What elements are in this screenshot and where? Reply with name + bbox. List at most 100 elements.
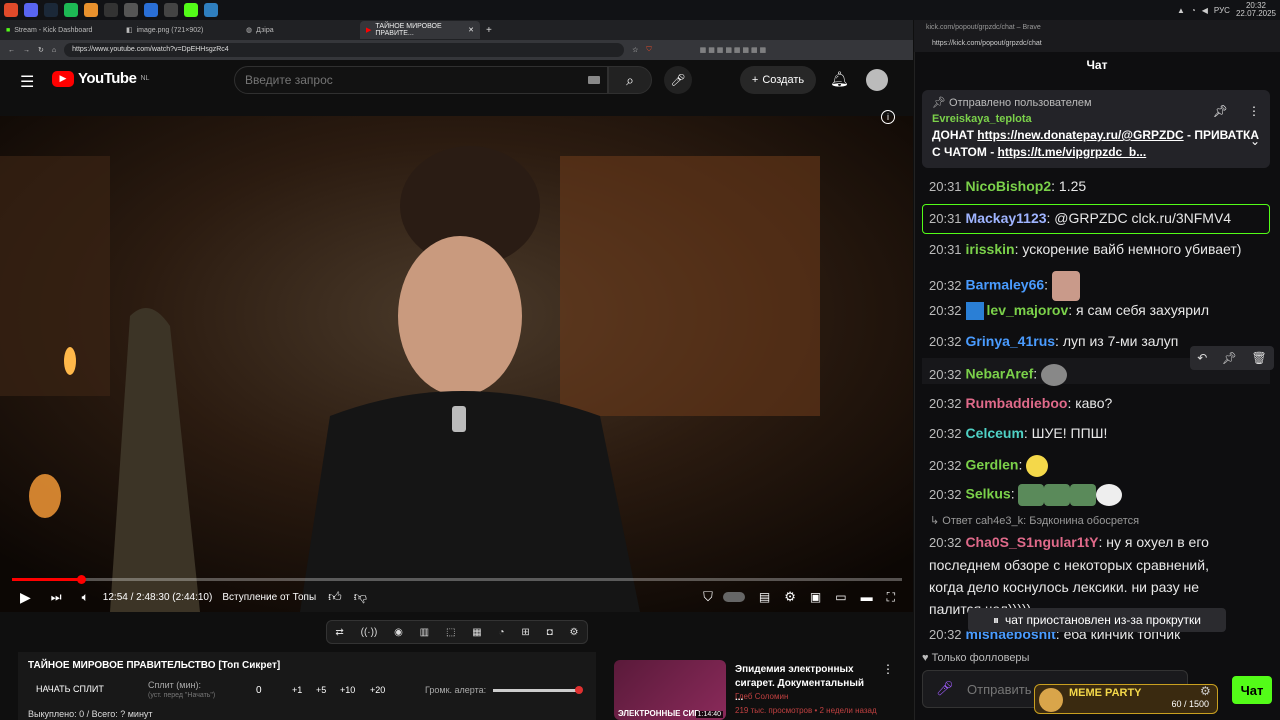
emote-image[interactable]: [1018, 484, 1045, 506]
discord-icon[interactable]: [24, 3, 38, 17]
like-icon[interactable]: 👍︎: [328, 589, 342, 605]
search-input[interactable]: [234, 66, 608, 94]
progress-thumb[interactable]: [76, 575, 86, 584]
pinned-link[interactable]: https://t.me/vipgrpzdc_b...: [998, 145, 1147, 159]
message-user[interactable]: Rumbaddieboo: [966, 395, 1068, 411]
cast-icon[interactable]: ▬: [861, 590, 873, 604]
obs-icon[interactable]: [104, 3, 118, 17]
emote-image[interactable]: [1051, 271, 1080, 301]
more-icon[interactable]: ⋮: [1248, 104, 1260, 118]
chapter-label[interactable]: Вступление от Топы: [222, 592, 316, 603]
chat-paused-banner[interactable]: ⏸︎ чат приостановлен из-за прокрутки: [968, 608, 1226, 632]
brave-icon[interactable]: [4, 3, 18, 17]
pinned-link[interactable]: https://new.donatepay.ru/@GRPZDC: [977, 128, 1183, 142]
url-field[interactable]: https://www.youtube.com/watch?v=DpEHHsgz…: [64, 43, 625, 57]
chat-message[interactable]: 20:32 lev_majorov: я сам себя захуярил: [929, 302, 1209, 321]
shield-icon[interactable]: ⛉: [646, 46, 651, 54]
settings-icon[interactable]: ⚙: [1200, 684, 1211, 698]
app-icon[interactable]: [164, 3, 178, 17]
clock[interactable]: 20:32 22.07.2025: [1236, 2, 1276, 18]
speed-icon[interactable]: ◔: [499, 627, 505, 638]
emote-image[interactable]: [1026, 455, 1049, 477]
avatar[interactable]: [866, 69, 888, 91]
message-user[interactable]: NebarAref: [966, 366, 1034, 382]
next-icon[interactable]: ⏭︎: [51, 590, 62, 605]
dislike-icon[interactable]: 👎︎: [354, 589, 367, 605]
split-value[interactable]: 0: [256, 685, 262, 696]
chat-message[interactable]: 20:32 Rumbaddieboo: каво?: [929, 395, 1112, 411]
chat-send-button[interactable]: Чат: [1232, 676, 1272, 704]
pinned-user[interactable]: Evreiskaya_teplota: [932, 113, 1260, 125]
chat-message[interactable]: 20:32 Barmaley66:: [929, 271, 1080, 301]
home-icon[interactable]: ⌂: [52, 47, 56, 54]
youtube-logo[interactable]: ▶ YouTube NL: [52, 70, 149, 87]
reply-icon[interactable]: ↶: [1197, 351, 1207, 365]
crop-icon[interactable]: ⬚: [446, 627, 455, 638]
settings-icon[interactable]: ⚙: [784, 589, 796, 605]
chevron-down-icon[interactable]: ⌄: [1250, 134, 1260, 148]
app-icon[interactable]: [144, 3, 158, 17]
volume-icon[interactable]: ◀: [1202, 6, 1208, 15]
message-user[interactable]: Barmaley66: [966, 277, 1045, 293]
language-indicator[interactable]: РУС: [1214, 6, 1230, 15]
app-icon[interactable]: [124, 3, 138, 17]
plus10-button[interactable]: +10: [340, 685, 355, 695]
shield-play-icon[interactable]: ⛉: [703, 589, 713, 605]
delete-icon[interactable]: 🗑︎: [1252, 351, 1267, 365]
chat-message[interactable]: 20:31 irisskin: ускорение вайб немного уб…: [929, 241, 1241, 257]
subtitles-icon[interactable]: ▤: [759, 590, 770, 604]
telegram-icon[interactable]: [204, 3, 218, 17]
message-user[interactable]: Selkus: [966, 486, 1011, 502]
create-button[interactable]: + Создать: [740, 66, 816, 94]
volume-icon[interactable]: 🔈︎: [82, 590, 89, 605]
search-button[interactable]: ⌕: [608, 66, 652, 94]
bookmark-icon[interactable]: ☆: [632, 46, 638, 54]
grid-icon[interactable]: ▦: [472, 627, 481, 638]
steam-icon[interactable]: [44, 3, 58, 17]
pin-icon[interactable]: 📌︎: [1222, 351, 1237, 365]
chat-message-long[interactable]: 20:32 Cha0S_S1ngular1tY: ну я охуел в ег…: [929, 531, 1269, 620]
message-user[interactable]: Celceum: [966, 425, 1024, 441]
add-icon[interactable]: ⊞: [521, 627, 529, 638]
plus5-button[interactable]: +5: [316, 685, 326, 695]
menu-icon[interactable]: ☰: [20, 72, 34, 92]
plus20-button[interactable]: +20: [370, 685, 385, 695]
message-user[interactable]: Cha0S_S1ngular1tY: [965, 534, 1098, 550]
autoplay-toggle[interactable]: [722, 592, 745, 602]
loop-icon[interactable]: ⇄: [335, 627, 343, 638]
message-user[interactable]: NicoBishop2: [966, 178, 1052, 194]
progress-bar[interactable]: [12, 578, 902, 581]
wifi-icon[interactable]: ◔: [1191, 6, 1196, 15]
tab-youtube[interactable]: ▶ ТАЙНОЕ МИРОВОЕ ПРАВИТЕ... ✕: [360, 21, 480, 39]
eye-icon[interactable]: ◉: [394, 627, 403, 638]
message-user[interactable]: irisskin: [966, 241, 1015, 257]
chat-message[interactable]: 20:32 Grinya_41rus: луп из 7-ми залуп: [929, 333, 1178, 349]
chat-message[interactable]: 20:32 NebarAref:: [929, 364, 1068, 386]
tab-dzira[interactable]: ◍ Дзіра: [240, 21, 360, 39]
mic-button[interactable]: 🎤︎: [664, 66, 692, 94]
spotify-icon[interactable]: [64, 3, 78, 17]
audio-icon[interactable]: ((·)): [361, 627, 378, 638]
forward-icon[interactable]: →: [23, 47, 30, 54]
alert-volume-thumb[interactable]: [575, 686, 583, 694]
emote-image[interactable]: [1041, 364, 1068, 386]
reply-note[interactable]: ↳ Ответ cah4e3_k: Бэдконина обосрется: [930, 514, 1139, 527]
pin-icon[interactable]: 📌︎: [1213, 104, 1228, 118]
tab-image[interactable]: ◧ image.png (721×902): [120, 21, 240, 39]
info-icon[interactable]: i: [881, 110, 895, 124]
emote-image[interactable]: [1096, 484, 1123, 506]
recommended-video[interactable]: ЭЛЕКТРОННЫЕ СИГ 1:14:40 Эпидемия электро…: [614, 660, 894, 720]
alert-volume-slider[interactable]: [493, 689, 581, 692]
film-icon[interactable]: ▥: [420, 627, 429, 638]
channel-name[interactable]: Глеб Соломин: [735, 692, 788, 701]
camera-icon[interactable]: ◘: [547, 627, 553, 638]
emote-image[interactable]: [1044, 484, 1071, 506]
chat-url[interactable]: https://kick.com/popout/grpzdc/chat: [914, 38, 1280, 52]
chat-message[interactable]: 20:32 Celceum: ШУЕ! ППШ!: [929, 425, 1107, 441]
app-icon[interactable]: [84, 3, 98, 17]
chat-message[interactable]: 20:32 Gerdlen:: [929, 455, 1049, 477]
chat-message[interactable]: 20:31 NicoBishop2: 1.25: [929, 178, 1086, 194]
message-user[interactable]: Grinya_41rus: [966, 333, 1056, 349]
meme-party-widget[interactable]: MEME PARTY 60 / 1500: [1034, 684, 1218, 714]
reload-icon[interactable]: ↻: [38, 46, 44, 54]
